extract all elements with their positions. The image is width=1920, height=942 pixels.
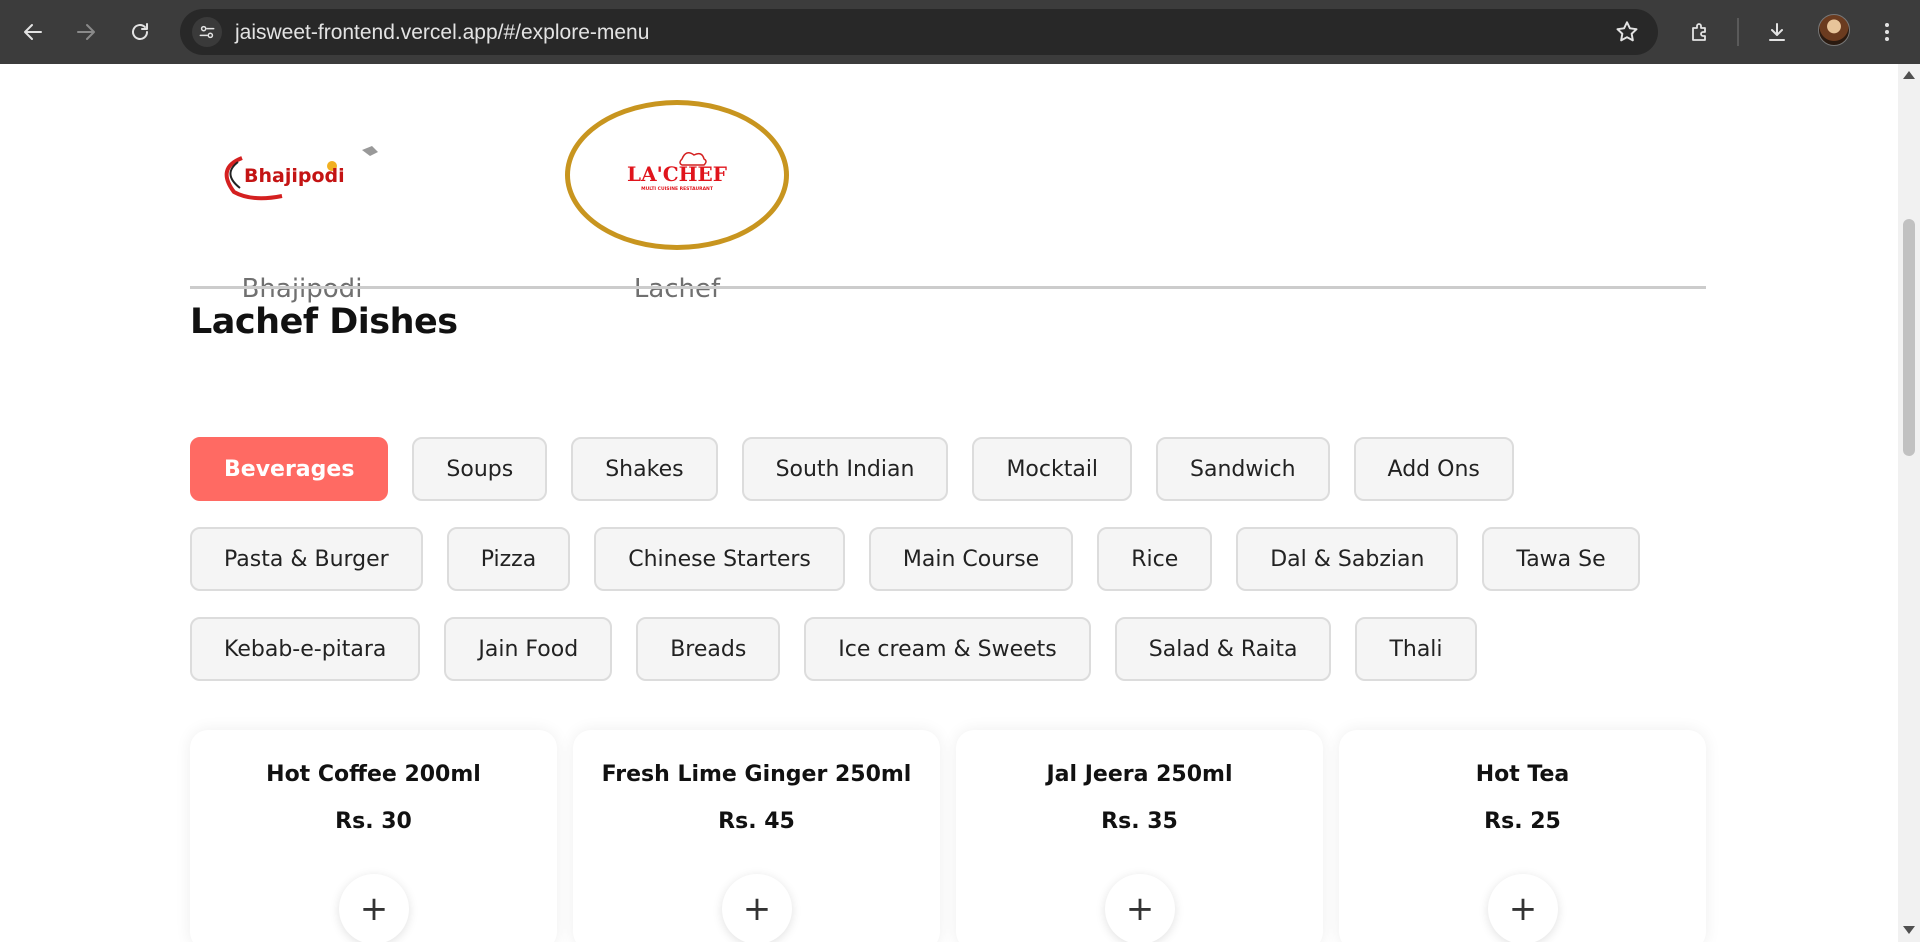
lachef-logo: LA'CHEF MULTI CUISINE RESTAURANT [627,152,727,192]
extensions-button[interactable] [1680,12,1720,52]
arrow-left-icon [24,24,42,40]
more-vertical-icon [1885,23,1889,41]
category-row-3: Kebab-e-pitara Jain Food Breads Ice crea… [190,617,1477,681]
category-chip-jain-food[interactable]: Jain Food [444,617,613,681]
restaurant-logo[interactable]: Bhajipodi [190,100,414,250]
dish-card-grid: Hot Coffee 200ml Rs. 30 + Fresh Lime Gin… [190,730,1706,942]
category-chip-pasta-burger[interactable]: Pasta & Burger [190,527,423,591]
category-chip-mocktail[interactable]: Mocktail [972,437,1133,501]
dish-name: Hot Coffee 200ml [266,762,481,787]
category-chip-salad-raita[interactable]: Salad & Raita [1114,617,1332,681]
toolbar-divider [1737,18,1739,46]
logo-subtext: MULTI CUISINE RESTAURANT [641,186,714,192]
logo-text: Bhajipodi [244,165,345,187]
category-chip-breads[interactable]: Breads [636,617,781,681]
address-bar[interactable]: jaisweet-frontend.vercel.app/#/explore-m… [180,9,1658,55]
category-chip-pizza[interactable]: Pizza [446,527,571,591]
page-viewport: Bhajipodi Bhajipodi LA'CHEF MULTI CUISIN… [0,64,1898,942]
category-row-1: Beverages Soups Shakes South Indian Mock… [190,437,1514,501]
category-chip-add-ons[interactable]: Add Ons [1353,437,1514,501]
menu-button[interactable] [1867,12,1907,52]
add-to-cart-button[interactable]: + [339,874,409,942]
add-to-cart-button[interactable]: + [1105,874,1175,942]
dish-price: Rs. 25 [1484,809,1561,834]
scrollbar-thumb[interactable] [1903,219,1915,456]
reload-icon [132,23,148,40]
category-chip-beverages[interactable]: Beverages [190,437,389,501]
forward-button[interactable] [66,12,106,52]
restaurant-name: Bhajipodi [241,274,363,304]
category-row-2: Pasta & Burger Pizza Chinese Starters Ma… [190,527,1640,591]
category-chip-chinese-starters[interactable]: Chinese Starters [594,527,845,591]
bhajipodi-logo: Bhajipodi [224,146,378,201]
dish-price: Rs. 35 [1101,809,1178,834]
dish-card: Hot Tea Rs. 25 + [1339,730,1706,942]
restaurant-lachef[interactable]: LA'CHEF MULTI CUISINE RESTAURANT Lachef [562,100,792,304]
section-title: Lachef Dishes [190,302,458,342]
category-chip-rice[interactable]: Rice [1097,527,1213,591]
logo-text: LA'CHEF [627,162,727,186]
tune-icon [199,25,215,39]
profile-avatar[interactable] [1818,14,1850,46]
dish-card: Fresh Lime Ginger 250ml Rs. 45 + [573,730,940,942]
scroll-down-icon[interactable] [1902,924,1916,936]
add-to-cart-button[interactable]: + [722,874,792,942]
dish-card: Jal Jeera 250ml Rs. 35 + [956,730,1323,942]
dish-price: Rs. 45 [718,809,795,834]
browser-toolbar: jaisweet-frontend.vercel.app/#/explore-m… [0,0,1920,64]
bookmark-star-icon[interactable] [1614,19,1640,45]
restaurant-name: Lachef [633,274,721,304]
arrow-right-icon [77,24,95,40]
url-text[interactable]: jaisweet-frontend.vercel.app/#/explore-m… [235,21,649,45]
category-chip-tawa-se[interactable]: Tawa Se [1482,527,1640,591]
category-chip-kebab-e-pitara[interactable]: Kebab-e-pitara [190,617,421,681]
scroll-up-icon[interactable] [1902,69,1916,81]
category-chip-shakes[interactable]: Shakes [571,437,718,501]
restaurant-bhajipodi[interactable]: Bhajipodi Bhajipodi [187,100,417,304]
dish-name: Hot Tea [1475,762,1570,787]
dish-name: Jal Jeera 250ml [1046,762,1233,787]
category-chip-dal-sabzian[interactable]: Dal & Sabzian [1236,527,1459,591]
page-scrollbar[interactable] [1898,64,1920,942]
reload-button[interactable] [120,12,160,52]
download-icon [1769,23,1785,41]
add-to-cart-button[interactable]: + [1488,874,1558,942]
category-chip-thali[interactable]: Thali [1355,617,1477,681]
site-info-button[interactable] [192,17,222,47]
dish-name: Fresh Lime Ginger 250ml [601,762,912,787]
category-chip-sandwich[interactable]: Sandwich [1156,437,1330,501]
downloads-button[interactable] [1757,12,1797,52]
dish-card: Hot Coffee 200ml Rs. 30 + [190,730,557,942]
restaurant-logo-selected[interactable]: LA'CHEF MULTI CUISINE RESTAURANT [565,100,789,250]
section-divider [190,286,1706,289]
category-chip-soups[interactable]: Soups [412,437,548,501]
puzzle-icon [1692,23,1706,41]
back-button[interactable] [13,12,53,52]
category-chip-south-indian[interactable]: South Indian [741,437,949,501]
dish-price: Rs. 30 [335,809,412,834]
category-chip-ice-cream-sweets[interactable]: Ice cream & Sweets [804,617,1091,681]
category-chip-main-course[interactable]: Main Course [868,527,1074,591]
